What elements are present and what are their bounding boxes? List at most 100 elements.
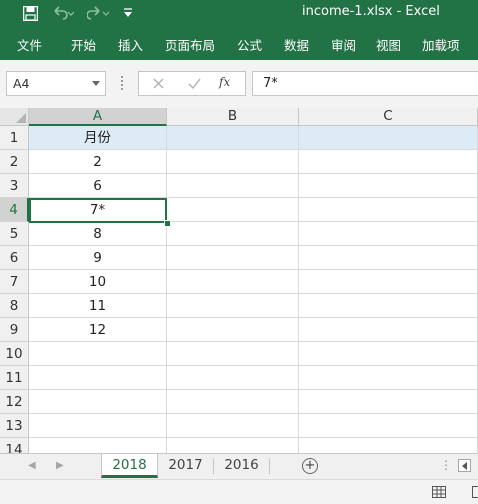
row-header-6[interactable]: 6 xyxy=(0,246,29,270)
row-header-3[interactable]: 3 xyxy=(0,174,29,198)
undo-icon[interactable] xyxy=(50,3,76,23)
cell-a14[interactable] xyxy=(29,438,167,453)
cell-c11[interactable] xyxy=(299,366,478,390)
cell-c8[interactable] xyxy=(299,294,478,318)
cell-b4[interactable] xyxy=(167,198,299,222)
cell-b6[interactable] xyxy=(167,246,299,270)
row-header-4[interactable]: 4 xyxy=(0,198,29,222)
cell-a5[interactable]: 8 xyxy=(29,222,167,246)
cell-a4[interactable]: 7* xyxy=(29,198,167,222)
cell-b8[interactable] xyxy=(167,294,299,318)
cell-b3[interactable] xyxy=(167,174,299,198)
tab-page-layout[interactable]: 页面布局 xyxy=(165,35,215,54)
name-box[interactable]: A4 xyxy=(6,71,106,96)
row-header-2[interactable]: 2 xyxy=(0,150,29,174)
insert-function-icon[interactable]: fx xyxy=(219,75,230,89)
fill-handle[interactable] xyxy=(164,220,171,227)
select-all-button[interactable] xyxy=(0,108,29,126)
cell-b5[interactable] xyxy=(167,222,299,246)
row-header-11[interactable]: 11 xyxy=(0,366,29,390)
cell-c1[interactable] xyxy=(299,126,478,150)
next-sheet-icon[interactable]: ▶ xyxy=(56,460,64,471)
row-header-7[interactable]: 7 xyxy=(0,270,29,294)
cell-a10[interactable] xyxy=(29,342,167,366)
row-header-5[interactable]: 5 xyxy=(0,222,29,246)
cell-a6[interactable]: 9 xyxy=(29,246,167,270)
tab-addins[interactable]: 加载项 xyxy=(422,35,460,54)
normal-view-icon[interactable] xyxy=(431,484,447,500)
add-sheet-icon[interactable]: + xyxy=(302,458,318,474)
cell-a9[interactable]: 12 xyxy=(29,318,167,342)
tab-insert[interactable]: 插入 xyxy=(118,35,143,54)
column-header-a[interactable]: A xyxy=(29,108,167,126)
chevron-down-icon[interactable] xyxy=(92,81,100,86)
more-options-icon[interactable]: ⋮ xyxy=(440,458,451,472)
cell-b12[interactable] xyxy=(167,390,299,414)
name-box-value: A4 xyxy=(13,76,30,91)
row-header-9[interactable]: 9 xyxy=(0,318,29,342)
cell-c2[interactable] xyxy=(299,150,478,174)
column-header-b[interactable]: B xyxy=(167,108,299,126)
sheet-tab-2017[interactable]: 2017 xyxy=(158,454,213,478)
cell-c6[interactable] xyxy=(299,246,478,270)
cell-a1[interactable]: 月份 xyxy=(29,126,167,150)
cell-c10[interactable] xyxy=(299,342,478,366)
page-layout-view-icon[interactable] xyxy=(470,484,478,500)
tab-data[interactable]: 数据 xyxy=(284,35,309,54)
cell-b7[interactable] xyxy=(167,270,299,294)
status-bar xyxy=(0,479,478,504)
cancel-icon[interactable] xyxy=(143,72,173,95)
save-icon[interactable] xyxy=(21,3,39,23)
tab-file[interactable]: 文件 xyxy=(17,35,42,54)
cell-a8[interactable]: 11 xyxy=(29,294,167,318)
cell-b9[interactable] xyxy=(167,318,299,342)
scroll-left-icon[interactable] xyxy=(458,459,471,472)
cell-c4[interactable] xyxy=(299,198,478,222)
cell-c9[interactable] xyxy=(299,318,478,342)
cell-b11[interactable] xyxy=(167,366,299,390)
row-header-1[interactable]: 1 xyxy=(0,126,29,150)
cell-b14[interactable] xyxy=(167,438,299,453)
cell-a7[interactable]: 10 xyxy=(29,270,167,294)
prev-sheet-icon[interactable]: ◀ xyxy=(28,460,36,471)
sheet-tab-2018[interactable]: 2018 xyxy=(101,454,158,478)
cell-a12[interactable] xyxy=(29,390,167,414)
cell-c13[interactable] xyxy=(299,414,478,438)
tab-home[interactable]: 开始 xyxy=(71,35,96,54)
sheet-tab-2016[interactable]: 2016 xyxy=(214,454,269,478)
customize-qat-icon[interactable] xyxy=(120,3,136,23)
row-header-14[interactable]: 14 xyxy=(0,438,29,453)
row-header-10[interactable]: 10 xyxy=(0,342,29,366)
formula-bar-grip[interactable] xyxy=(121,76,123,91)
cell-b1[interactable] xyxy=(167,126,299,150)
worksheet-grid[interactable]: A B C 1 月份 2 2 3 6 4 7* 5 8 6 9 7 10 8 1… xyxy=(0,108,478,453)
tab-formulas[interactable]: 公式 xyxy=(237,35,262,54)
title-bar: income-1.xlsx - Excel xyxy=(0,0,478,26)
cell-b10[interactable] xyxy=(167,342,299,366)
cell-c14[interactable] xyxy=(299,438,478,453)
formula-buttons: fx xyxy=(138,71,246,96)
tab-review[interactable]: 审阅 xyxy=(331,35,356,54)
cell-b2[interactable] xyxy=(167,150,299,174)
cell-c7[interactable] xyxy=(299,270,478,294)
cell-c12[interactable] xyxy=(299,390,478,414)
formula-input[interactable]: 7* xyxy=(252,71,478,96)
formula-bar: A4 fx 7* xyxy=(0,60,478,109)
cell-a11[interactable] xyxy=(29,366,167,390)
ribbon-tabs: 文件 开始 插入 页面布局 公式 数据 审阅 视图 加载项 xyxy=(0,26,478,60)
cell-c5[interactable] xyxy=(299,222,478,246)
column-header-c[interactable]: C xyxy=(299,108,478,126)
cell-a13[interactable] xyxy=(29,414,167,438)
cell-a3[interactable]: 6 xyxy=(29,174,167,198)
row-header-12[interactable]: 12 xyxy=(0,390,29,414)
tab-divider xyxy=(269,458,270,474)
cell-c3[interactable] xyxy=(299,174,478,198)
enter-check-icon[interactable] xyxy=(179,72,209,95)
sheet-tab-bar: ◀ ▶ 2018 2017 2016 + ⋮ xyxy=(0,453,478,479)
redo-icon[interactable] xyxy=(85,3,111,23)
cell-a2[interactable]: 2 xyxy=(29,150,167,174)
cell-b13[interactable] xyxy=(167,414,299,438)
row-header-8[interactable]: 8 xyxy=(0,294,29,318)
tab-view[interactable]: 视图 xyxy=(376,35,401,54)
row-header-13[interactable]: 13 xyxy=(0,414,29,438)
